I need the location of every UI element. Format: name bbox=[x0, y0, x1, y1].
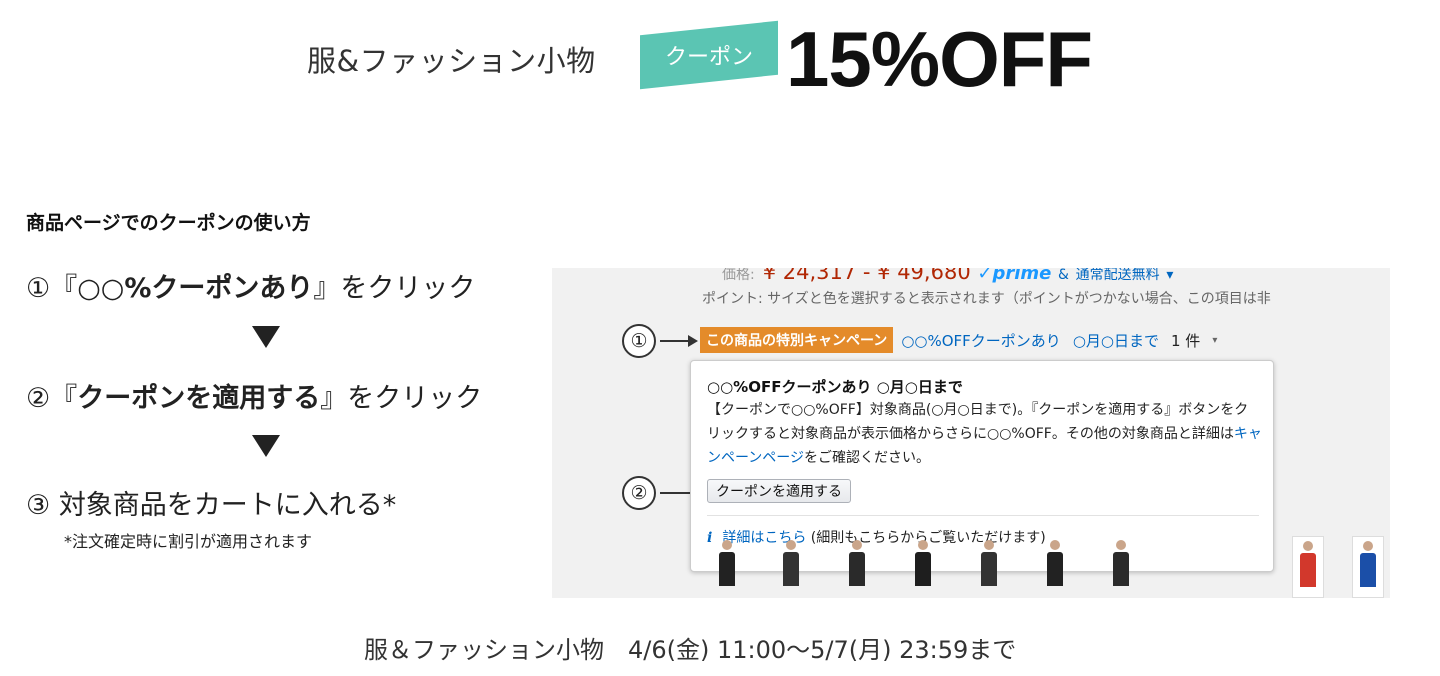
product-page-screenshot: 価格: ¥ 24,317 - ¥ 49,680 ✓prime & 通常配送無料 ▾… bbox=[552, 268, 1390, 598]
amp: & bbox=[1058, 268, 1069, 283]
popover-body-tail: をご確認ください。 bbox=[804, 450, 931, 466]
product-thumbnail[interactable] bbox=[1292, 536, 1324, 598]
product-thumbnail[interactable] bbox=[908, 536, 938, 596]
price-range: ¥ 24,317 - ¥ 49,680 bbox=[762, 268, 971, 284]
thumbnail-garment bbox=[849, 552, 865, 586]
thumbnail-head bbox=[1116, 540, 1126, 550]
thumbnail-head bbox=[984, 540, 994, 550]
campaign-period: 服＆ファッション小物 4/6(金) 11:00〜5/7(月) 23:59まで bbox=[364, 636, 1017, 664]
thumbnail-garment bbox=[981, 552, 997, 586]
thumbnail-garment bbox=[1360, 553, 1376, 587]
chevron-down-icon: ▾ bbox=[1166, 268, 1174, 283]
campaign-badge: この商品の特別キャンペーン bbox=[700, 327, 894, 353]
coupon-badge: クーポン bbox=[640, 20, 778, 90]
price-line: 価格: ¥ 24,317 - ¥ 49,680 ✓prime & 通常配送無料 ▾ bbox=[722, 268, 1173, 284]
divider bbox=[707, 515, 1259, 516]
popover-body-text: 【クーポンで○○%OFF】対象商品(○月○日まで)。『クーポンを適用する』ボタン… bbox=[707, 402, 1249, 442]
step-number: ① bbox=[26, 273, 51, 304]
thumbnail-head bbox=[852, 540, 862, 550]
guide-note: *注文確定時に割引が適用されます bbox=[64, 532, 313, 551]
thumbnail-head bbox=[1050, 540, 1060, 550]
apply-coupon-button[interactable]: クーポンを適用する bbox=[707, 479, 851, 503]
campaign-row: この商品の特別キャンペーン ○○%OFFクーポンあり ○月○日まで 1 件 ▾ bbox=[700, 327, 1217, 353]
popover-title: ○○%OFFクーポンあり ○月○日まで bbox=[707, 378, 963, 396]
step-text: 対象商品をカートに入れる* bbox=[58, 490, 397, 521]
step-number: ② bbox=[26, 383, 51, 414]
thumbnail-garment bbox=[1047, 552, 1063, 586]
thumbnail-head bbox=[1363, 541, 1373, 551]
step-emphasis: ○○%クーポンあり bbox=[77, 273, 314, 304]
product-thumbnail[interactable] bbox=[776, 536, 806, 596]
coupon-link[interactable]: ○○%OFFクーポンあり bbox=[901, 330, 1061, 351]
thumbnail-head bbox=[918, 540, 928, 550]
thumbnail-garment bbox=[719, 552, 735, 586]
discount-headline: 15%OFF bbox=[786, 15, 1093, 103]
step-marker-1: ① bbox=[622, 324, 656, 358]
guide-step-2: ②『クーポンを適用する』をクリック bbox=[26, 376, 482, 415]
step-tail: 』をクリック bbox=[320, 383, 483, 414]
chevron-down-icon[interactable]: ▾ bbox=[1212, 335, 1217, 346]
header-category: 服&ファッション小物 bbox=[307, 44, 596, 78]
coupon-date-link[interactable]: ○月○日まで bbox=[1073, 330, 1159, 351]
step-number: ③ bbox=[26, 490, 51, 521]
free-shipping-link[interactable]: 通常配送無料 bbox=[1076, 268, 1160, 283]
thumbnail-garment bbox=[783, 552, 799, 586]
step-open-quote: 『 bbox=[50, 273, 78, 304]
down-arrow-icon bbox=[252, 326, 280, 348]
points-line: ポイント: サイズと色を選択すると表示されます（ポイントがつかない場合、この項目… bbox=[702, 291, 1271, 307]
product-thumbnail[interactable] bbox=[1040, 536, 1070, 596]
step-open-quote: 『 bbox=[50, 383, 78, 414]
product-thumbnail[interactable] bbox=[712, 536, 742, 596]
arrow-right-icon bbox=[660, 335, 698, 347]
price-label: 価格: bbox=[722, 268, 755, 283]
step-marker-2: ② bbox=[622, 476, 656, 510]
thumbnail-head bbox=[722, 540, 732, 550]
coupon-badge-label: クーポン bbox=[664, 45, 753, 71]
thumbnail-garment bbox=[1300, 553, 1316, 587]
thumbnail-head bbox=[786, 540, 796, 550]
thumbnail-head bbox=[1303, 541, 1313, 551]
campaign-count: 1 件 bbox=[1171, 331, 1201, 350]
thumbnail-garment bbox=[915, 552, 931, 586]
thumbnail-garment bbox=[1113, 552, 1129, 586]
down-arrow-icon bbox=[252, 435, 280, 457]
guide-title: 商品ページでのクーポンの使い方 bbox=[26, 212, 311, 234]
product-thumbnail[interactable] bbox=[974, 536, 1004, 596]
guide-step-3: ③ 対象商品をカートに入れる* bbox=[26, 483, 396, 522]
step-tail: 』をクリック bbox=[313, 273, 476, 304]
product-thumbnail[interactable] bbox=[1352, 536, 1384, 598]
popover-body: 【クーポンで○○%OFF】対象商品(○月○日まで)。『クーポンを適用する』ボタン… bbox=[707, 398, 1262, 470]
prime-logo: ✓prime bbox=[977, 268, 1052, 284]
product-thumbnail[interactable] bbox=[1106, 536, 1136, 596]
guide-step-1: ①『○○%クーポンあり』をクリック bbox=[26, 266, 475, 305]
step-emphasis: クーポンを適用する bbox=[77, 383, 321, 414]
product-thumbnail[interactable] bbox=[842, 536, 872, 596]
